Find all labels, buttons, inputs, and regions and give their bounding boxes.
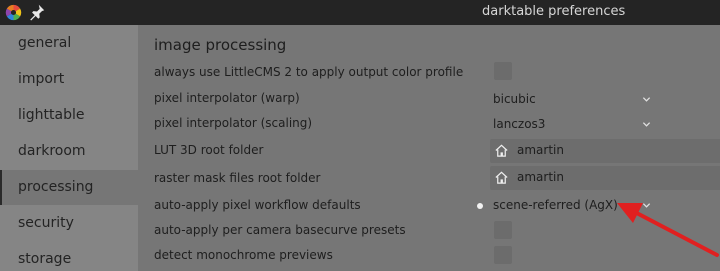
sidebar-item-general[interactable]: general	[0, 26, 138, 61]
annotation-arrow-icon	[617, 203, 719, 257]
raster-mask-folder-label: raster mask files root folder	[154, 171, 321, 185]
darktable-logo-icon	[5, 4, 22, 21]
littlecms-label: always use LittleCMS 2 to apply output c…	[154, 65, 464, 79]
preferences-window: darktable preferences general import lig…	[0, 0, 720, 271]
monochrome-previews-label: detect monochrome previews	[154, 248, 333, 262]
sidebar-item-processing[interactable]: processing	[0, 170, 138, 205]
monochrome-previews-checkbox[interactable]	[494, 246, 512, 264]
interp-scaling-value: lanczos3	[493, 117, 546, 131]
lut3d-folder-chooser[interactable]: amartin	[490, 139, 720, 163]
home-folder-icon	[495, 144, 508, 157]
section-title: image processing	[154, 36, 287, 54]
lut3d-folder-value: amartin	[517, 143, 564, 157]
sidebar-item-darkroom[interactable]: darkroom	[0, 134, 138, 169]
interp-scaling-label: pixel interpolator (scaling)	[154, 116, 313, 130]
preferences-main-panel: image processing always use LittleCMS 2 …	[138, 25, 720, 271]
sidebar-item-import[interactable]: import	[0, 62, 138, 97]
chevron-down-icon	[642, 97, 651, 102]
pin-icon[interactable]	[28, 3, 46, 21]
interp-scaling-dropdown[interactable]: lanczos3	[490, 114, 653, 134]
home-folder-icon	[495, 171, 508, 184]
chevron-down-icon	[642, 122, 651, 127]
lut3d-folder-label: LUT 3D root folder	[154, 143, 264, 157]
interp-warp-dropdown[interactable]: bicubic	[490, 89, 653, 109]
basecurve-presets-checkbox[interactable]	[494, 221, 512, 239]
workflow-defaults-label: auto-apply pixel workflow defaults	[154, 198, 361, 212]
changed-setting-indicator	[477, 203, 483, 209]
basecurve-presets-label: auto-apply per camera basecurve presets	[154, 223, 406, 237]
interp-warp-label: pixel interpolator (warp)	[154, 91, 300, 105]
littlecms-checkbox[interactable]	[494, 62, 512, 80]
title-bar: darktable preferences	[0, 0, 720, 25]
sidebar-item-lighttable[interactable]: lighttable	[0, 98, 138, 133]
window-title: darktable preferences	[482, 4, 626, 19]
workflow-defaults-value: scene-referred (AgX)	[493, 198, 618, 212]
raster-mask-folder-chooser[interactable]: amartin	[490, 166, 720, 190]
raster-mask-folder-value: amartin	[517, 170, 564, 184]
preferences-sidebar: general import lighttable darkroom proce…	[0, 25, 138, 271]
interp-warp-value: bicubic	[493, 92, 536, 106]
sidebar-item-storage[interactable]: storage	[0, 242, 138, 271]
sidebar-item-security[interactable]: security	[0, 206, 138, 241]
